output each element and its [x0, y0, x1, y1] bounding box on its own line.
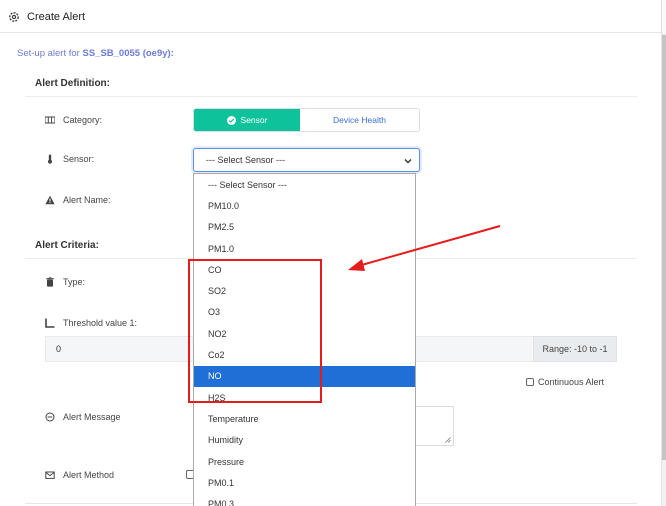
thermometer-icon — [48, 154, 52, 164]
threshold-input[interactable]: 0 — [45, 336, 193, 362]
annotation-highlight-box — [188, 259, 322, 403]
category-toggle: Sensor Device Health — [193, 108, 420, 132]
page-scrollbar[interactable] — [661, 33, 666, 506]
continuous-alert-option[interactable]: Continuous Alert — [526, 377, 604, 387]
sensor-option[interactable]: Temperature — [194, 408, 415, 429]
modal-header: Create Alert — [0, 0, 666, 33]
divider — [25, 96, 637, 97]
sensor-option[interactable]: PM0.1 — [194, 472, 415, 493]
sensor-option[interactable]: Pressure — [194, 451, 415, 472]
envelope-icon — [45, 471, 55, 479]
scrollbar-thumb[interactable] — [662, 35, 666, 460]
trash-icon — [46, 277, 54, 287]
alert-name-label: Alert Name: — [45, 195, 111, 205]
sensor-option[interactable]: PM0.3 — [194, 493, 415, 506]
check-circle-icon — [226, 115, 236, 125]
category-label-text: Category: — [63, 115, 103, 125]
message-label: Alert Message — [45, 412, 121, 422]
threshold-input-value: 0 — [56, 344, 62, 354]
sensor-option[interactable]: --- Select Sensor --- — [194, 174, 415, 195]
method-label-text: Alert Method — [63, 470, 115, 480]
sensor-label-text: Sensor: — [63, 154, 95, 164]
threshold-input-fill[interactable] — [416, 336, 534, 362]
method-label: Alert Method — [45, 470, 114, 480]
section-definition: Alert Definition: — [35, 78, 110, 89]
message-textarea[interactable] — [416, 406, 454, 446]
continuous-alert-checkbox[interactable] — [526, 378, 534, 386]
type-label-text: Type: — [63, 277, 86, 287]
chart-axis-icon — [45, 318, 55, 328]
threshold-label: Threshold value 1: — [45, 318, 137, 328]
category-label: Category: — [45, 115, 102, 125]
grid-icon — [45, 116, 55, 124]
sensor-option[interactable]: Humidity — [194, 430, 415, 451]
setup-prefix: Set-up alert for — [17, 48, 80, 59]
section-criteria: Alert Criteria: — [35, 240, 99, 251]
modal-title: Create Alert — [27, 11, 86, 23]
sensor-select-value: --- Select Sensor --- — [206, 155, 286, 165]
type-label: Type: — [45, 277, 85, 287]
alert-name-label-text: Alert Name: — [63, 195, 111, 205]
sensor-option[interactable]: PM10.0 — [194, 195, 415, 216]
gear-icon — [9, 12, 19, 22]
message-label-text: Alert Message — [63, 412, 121, 422]
scroll-gutter — [661, 0, 666, 33]
setup-text: Set-up alert for SS_SB_0055 (oe9y): — [17, 48, 174, 59]
category-device-health-button[interactable]: Device Health — [300, 109, 419, 131]
method-checkbox[interactable] — [186, 470, 193, 479]
annotation-arrow-icon — [348, 225, 501, 271]
category-device-health-label: Device Health — [333, 115, 386, 125]
sensor-label: Sensor: — [45, 154, 94, 164]
range-addon: Range: -10 to -1 — [533, 336, 617, 362]
category-sensor-button[interactable]: Sensor — [194, 109, 300, 131]
chevron-down-icon — [404, 159, 412, 164]
warning-icon — [45, 195, 55, 205]
setup-device: SS_SB_0055 (oe9y): — [82, 48, 174, 59]
category-sensor-label: Sensor — [240, 115, 268, 125]
resize-grip-icon[interactable] — [445, 437, 451, 443]
minus-circle-icon — [45, 412, 55, 422]
sensor-select[interactable]: --- Select Sensor --- — [193, 148, 420, 172]
continuous-alert-label: Continuous Alert — [538, 377, 605, 387]
threshold-label-text: Threshold value 1: — [63, 318, 138, 328]
